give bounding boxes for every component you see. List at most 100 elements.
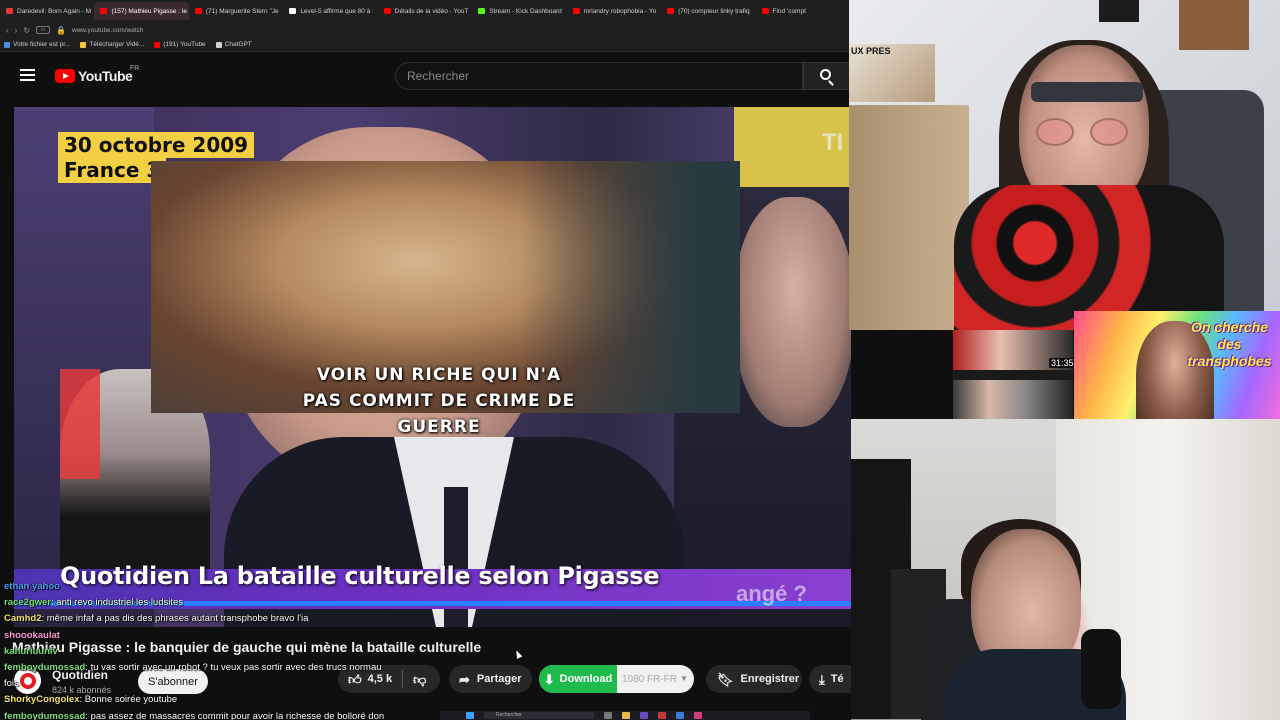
tab-favicon-icon <box>572 8 580 14</box>
chat-text: anti revo industriel les ludsites <box>56 597 184 609</box>
save-button[interactable]: 🔖︎ Enregistrer <box>706 665 802 693</box>
tab-label: Détails de la vidéo - YouT <box>394 7 469 15</box>
tab-label: Daredevil: Born Again - M <box>17 7 92 15</box>
taskbar-app-icon[interactable] <box>658 712 666 719</box>
download-label: Download <box>559 673 613 685</box>
bookmark-label: ChatGPT <box>224 41 252 48</box>
country-code: FR <box>130 65 140 72</box>
browser-tab[interactable]: (71) Marguerite Stern "Je <box>189 2 283 20</box>
tab-label: mrlandry robophobia - Yo <box>583 7 657 15</box>
tab-favicon-icon <box>383 8 391 14</box>
download-group: ⬇ Download 1080 FR-FR ▼ <box>539 665 694 693</box>
chat-username: kahuriuuniv <box>4 645 58 657</box>
wall-poster: UX PRES <box>849 44 935 102</box>
start-icon[interactable] <box>466 712 474 719</box>
recommended-thumbnail[interactable] <box>953 380 1073 420</box>
back-icon[interactable]: ‹ <box>6 26 9 35</box>
lock-icon: 🔒 <box>56 25 67 35</box>
browser-tab[interactable]: Daredevil: Born Again - M <box>0 2 94 20</box>
browser-tab[interactable]: (157) Mathieu Pigasse : le <box>94 2 189 20</box>
browser-tab[interactable]: (70) compteur linky trafiq <box>661 2 755 20</box>
video-corner-text: TI <box>822 129 844 156</box>
webcam-top: UX PRES <box>849 0 1280 330</box>
download-arrow-icon: ⬇ <box>543 671 555 687</box>
microphone <box>1081 629 1121 709</box>
taskbar-search[interactable]: Rechercher <box>484 712 594 719</box>
caption-line: PAS COMMIT DE CRIME DE <box>302 391 576 411</box>
tab-label: Level-5 affirme que 80 à <box>300 7 371 15</box>
bookmark-favicon-icon <box>154 41 161 48</box>
chevron-down-icon[interactable]: ▼ <box>677 675 688 683</box>
streamer-shirt <box>954 185 1224 330</box>
chat-username: Camhd2 <box>4 613 42 625</box>
bookmarks-bar: Votre fichier est pr... Télécharger Vidé.… <box>0 38 850 52</box>
tab-label: (70) compteur linky trafiq <box>678 7 750 15</box>
chat-message: shoookaulat <box>4 628 524 644</box>
tab-favicon-icon <box>194 8 202 14</box>
tab-label: Stream - Kick Dashboard <box>489 7 562 15</box>
download-button[interactable]: ⬇ Download <box>539 665 617 693</box>
bookmark-item[interactable]: ChatGPT <box>215 41 252 48</box>
browser-tab[interactable]: Stream - Kick Dashboard <box>472 2 566 20</box>
bookmark-label: Télécharger Vidé... <box>89 41 145 48</box>
url-text[interactable]: www.youtube.com/watch <box>72 27 144 34</box>
youtube-play-icon <box>55 69 75 83</box>
chat-username: femboydumossad <box>4 710 86 720</box>
hamburger-menu-icon[interactable] <box>20 69 35 81</box>
chat-message: Camhd2: même infaf a pas dis des phrases… <box>4 613 309 625</box>
tab-label: Find 'compt <box>772 7 806 15</box>
video-banner-question: angé ? <box>736 581 807 606</box>
bookmark-item[interactable]: Télécharger Vidé... <box>80 41 144 48</box>
bookmark-favicon-icon <box>215 41 222 48</box>
rainbow-thumbnail-title: On cherche des transphobes <box>1187 319 1272 369</box>
bookmark-label: Votre fichier est pr... <box>13 41 71 48</box>
chat-text: tu vas sortir avec un robot ? tu veux pa… <box>90 662 382 674</box>
chat-text: Bonne soirée youtube <box>84 694 178 706</box>
video-date-label: 30 octobre 2009 <box>58 132 255 158</box>
chat-username: shoookaulat <box>4 629 60 641</box>
webcam-bottom <box>851 419 1280 720</box>
bookmark-item[interactable]: Votre fichier est pr... <box>4 41 70 48</box>
chat-username: femboydumossad <box>4 662 86 674</box>
tab-label: (71) Marguerite Stern "Je <box>205 7 279 15</box>
screen: Daredevil: Born Again - M (157) Mathieu P… <box>0 0 1280 720</box>
chat-message: femboydumossad: tu vas sortir avec un ro… <box>4 662 382 674</box>
youtube-header: YouTube FR Rechercher <box>0 52 850 100</box>
youtube-logo[interactable]: YouTube <box>55 68 133 84</box>
address-bar: ‹ › ↻ ▭ 🔒 www.youtube.com/watch <box>0 22 850 38</box>
chat-text: même infaf a pas dis des phrases autant … <box>46 613 309 625</box>
taskbar-app-icon[interactable] <box>622 712 630 719</box>
recommended-thumbnails: 31:35 <box>953 330 1076 420</box>
browser-tab[interactable]: Find 'compt <box>756 2 850 20</box>
video-player[interactable]: 30 octobre 2009 France 3 TI VOIR UN RICH… <box>14 107 851 627</box>
youtube-logo-text: YouTube <box>78 68 133 84</box>
video-guest-right <box>734 197 851 427</box>
video-overlay-caption: VOIR UN RICHE QUI N'A PAS COMMIT DE CRIM… <box>294 362 584 440</box>
taskbar-app-icon[interactable] <box>640 712 648 719</box>
browser-tab[interactable]: Détails de la vidéo - YouT <box>378 2 472 20</box>
bookmark-favicon-icon <box>80 41 87 48</box>
reload-icon[interactable]: ↻ <box>23 26 30 35</box>
download-quality-select[interactable]: 1080 FR-FR <box>617 674 677 685</box>
search-input[interactable]: Rechercher <box>395 62 803 90</box>
forward-icon[interactable]: › <box>15 26 18 35</box>
chat-username: ShorkyCongolex <box>4 694 80 706</box>
bookmark-label: (191) YouTube <box>163 41 206 48</box>
site-info-icon[interactable]: ▭ <box>36 26 51 34</box>
browser-tab-bar: Daredevil: Born Again - M (157) Mathieu P… <box>0 0 850 22</box>
tab-favicon-icon <box>289 8 297 14</box>
taskbar-app-icon[interactable] <box>694 712 702 719</box>
search-button[interactable] <box>803 62 850 90</box>
tab-favicon-icon <box>667 8 675 14</box>
os-taskbar: Rechercher <box>440 711 810 720</box>
taskbar-app-icon[interactable] <box>676 712 684 719</box>
taskbar-app-icon[interactable] <box>604 712 612 719</box>
bookmark-item[interactable]: (191) YouTube <box>154 41 206 48</box>
chat-message: kahuriuuniv <box>4 644 524 660</box>
chat-text: fois <box>4 678 19 690</box>
browser-tab[interactable]: Level-5 affirme que 80 à <box>283 2 377 20</box>
tab-label: (157) Mathieu Pigasse : le <box>111 7 187 15</box>
thumbnail-duration: 31:35 <box>1049 358 1076 368</box>
search-icon <box>820 69 831 80</box>
browser-tab[interactable]: mrlandry robophobia - Yo <box>567 2 661 20</box>
